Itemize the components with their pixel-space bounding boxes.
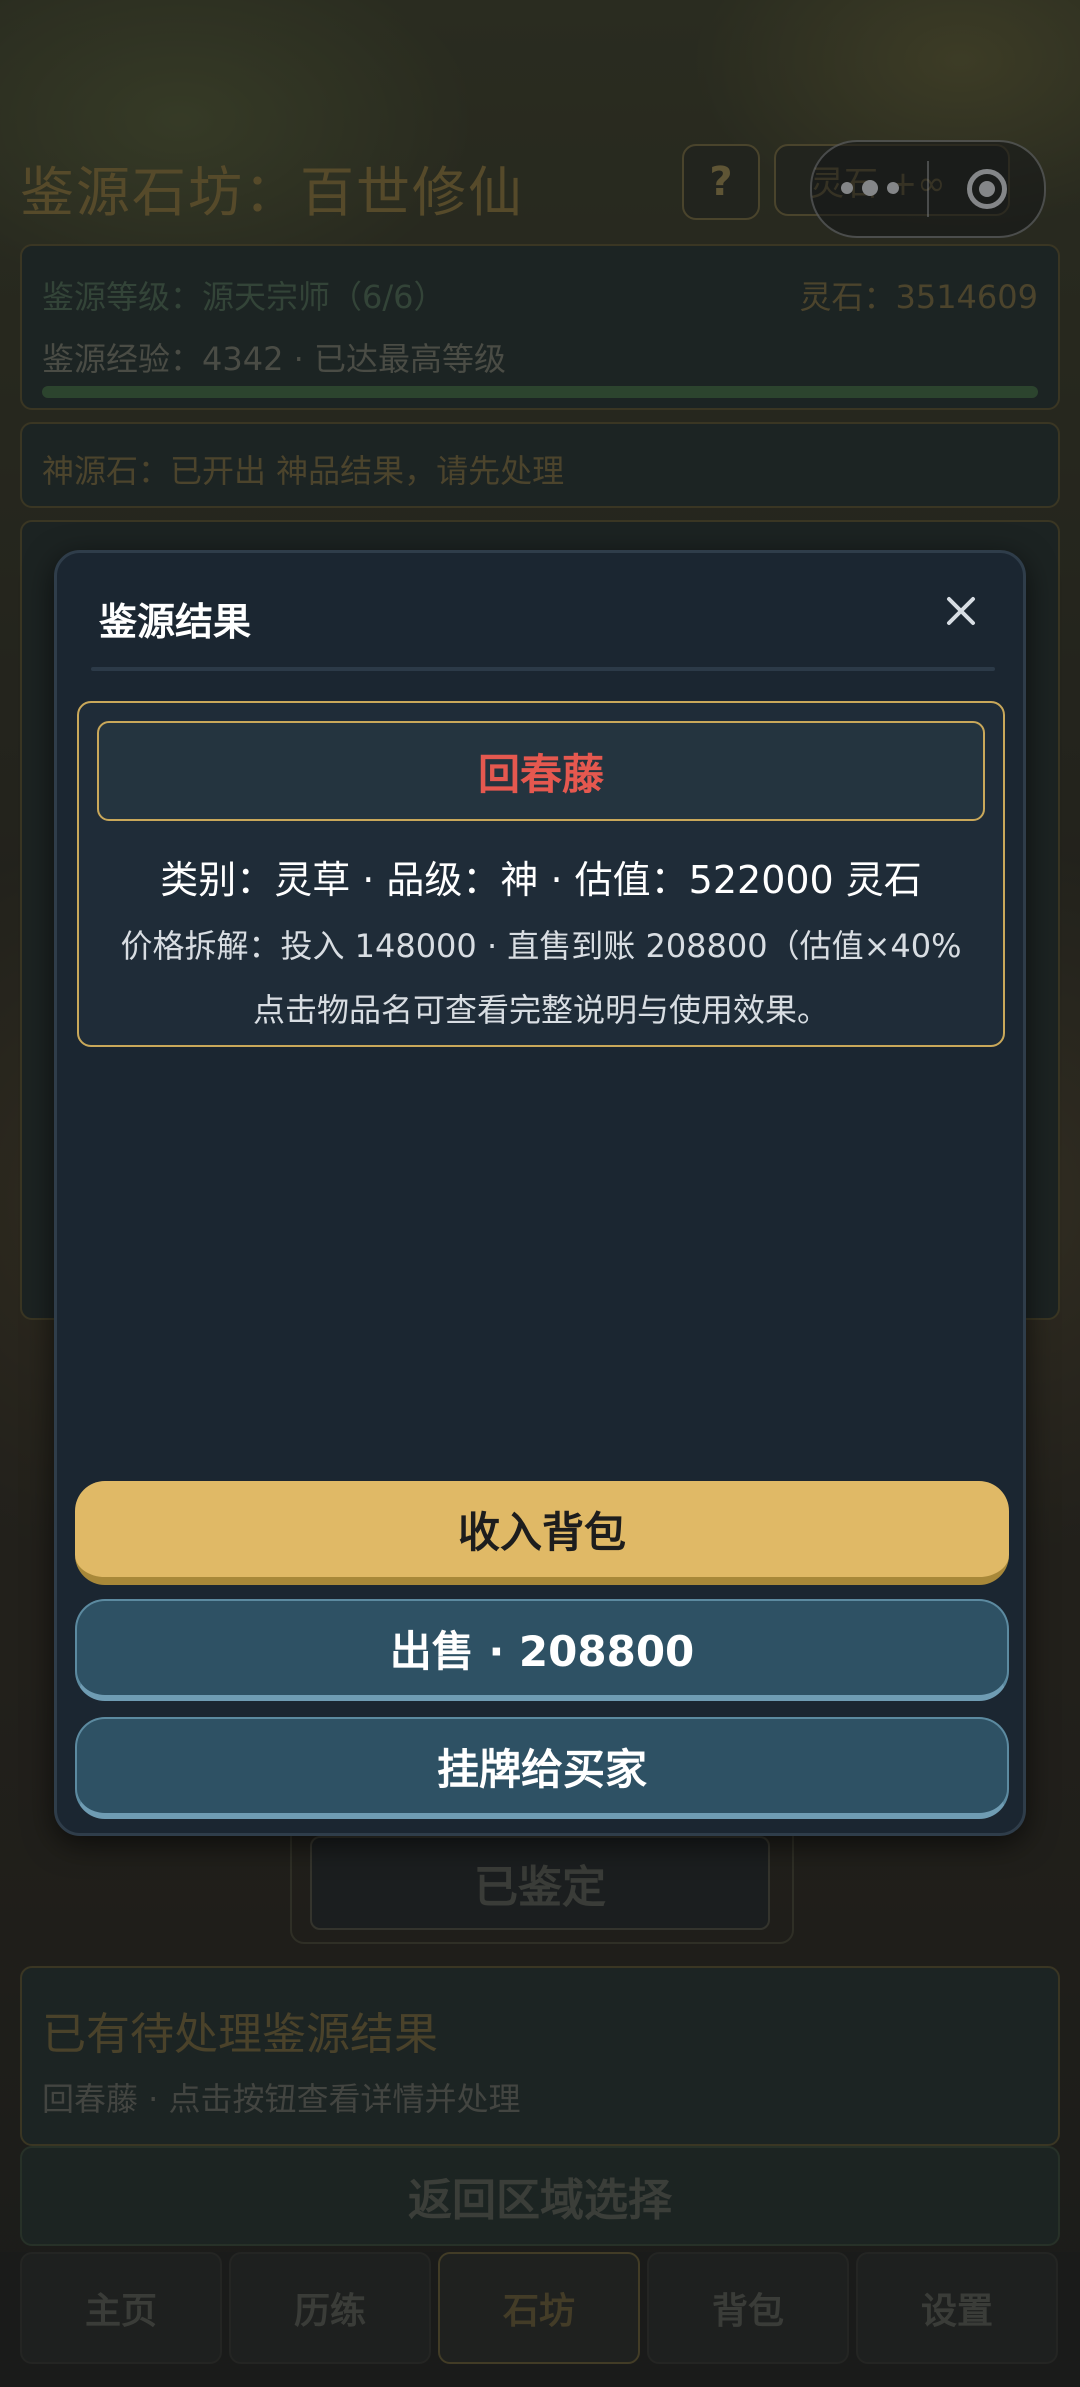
sell-button[interactable]: 出售 · 208800: [75, 1599, 1009, 1701]
item-info-line: 类别：灵草 · 品级：神 · 估值：522000 灵石: [160, 858, 922, 902]
collect-to-bag-button[interactable]: 收入背包: [75, 1481, 1009, 1585]
list-for-buyers-button[interactable]: 挂牌给买家: [75, 1717, 1009, 1819]
item-name-button[interactable]: 回春藤: [97, 721, 985, 821]
modal-divider: [91, 667, 995, 671]
result-card: 回春藤 类别：灵草 · 品级：神 · 估值：522000 灵石 价格拆解：投入 …: [77, 701, 1005, 1047]
modal-title: 鉴源结果: [99, 600, 252, 644]
result-modal: 鉴源结果 回春藤 类别：灵草 · 品级：神 · 估值：522000 灵石 价格拆…: [54, 550, 1026, 1836]
hint-line: 点击物品名可查看完整说明与使用效果。: [252, 991, 829, 1029]
price-breakdown-line: 价格拆解：投入 148000 · 直售到账 208800（估值×40%: [120, 927, 962, 965]
close-icon[interactable]: [933, 583, 989, 639]
